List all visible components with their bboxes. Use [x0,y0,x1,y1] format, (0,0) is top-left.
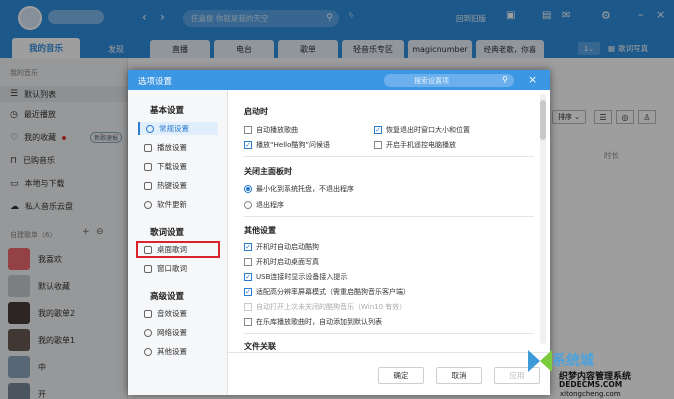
watermark-url: xitongcheng.com [560,390,621,398]
option-label: 开机时启动桌面写真 [256,258,319,266]
settings-search[interactable]: 搜索设置项 ⚲ [384,74,514,87]
checkbox[interactable] [374,141,382,149]
dialog-titlebar: 选项设置 搜索设置项 ⚲ × [128,70,550,90]
nav-other-settings[interactable]: 其他设置 [138,345,218,358]
nav-sound-effects[interactable]: 音效设置 [138,307,218,320]
checkbox-checked[interactable]: ✓ [244,273,252,281]
nav-label: 播放设置 [157,143,187,152]
nav-label: 音效设置 [157,309,187,318]
dialog-close-icon[interactable]: × [528,73,537,86]
option-label: 在乐库播放歌曲时，自动添加到默认列表 [256,318,382,326]
checkbox-checked[interactable]: ✓ [244,141,252,149]
nav-window-lyrics[interactable]: 窗口歌词 [138,262,218,275]
divider [244,216,534,217]
option-auto-add-default[interactable]: 在乐库播放歌曲时，自动添加到默认列表 [244,317,382,327]
option-exit-program[interactable]: 退出程序 [244,200,284,210]
radio[interactable] [244,201,252,209]
dialog-title: 选项设置 [138,77,173,87]
option-label: 开机时自动启动酷狗 [256,243,319,251]
download-icon [144,162,152,171]
settings-nav: 基本设置 常规设置 播放设置 下载设置 热键设置 软件更新 歌词设置 桌面歌词 … [128,90,228,395]
nav-desktop-lyrics[interactable]: 桌面歌词 [136,241,220,258]
nav-label: 常规设置 [159,124,189,133]
option-label: 退出程序 [256,201,284,209]
option-minimize-to-tray[interactable]: 最小化到系统托盘，不退出程序 [244,184,354,194]
option-restore-window[interactable]: ✓ 恢复退出时窗口大小和位置 [374,125,470,135]
category-lyrics: 歌词设置 [150,228,185,238]
option-label: 恢复退出时窗口大小和位置 [386,126,470,134]
section-startup-title: 启动时 [244,107,268,116]
option-hello-greeting[interactable]: ✓ 播放“Hello酷狗”问候语 [244,140,330,150]
nav-label: 桌面歌词 [157,245,187,254]
checkbox-disabled [244,303,252,311]
option-autoplay[interactable]: 自动播放歌曲 [244,125,298,135]
equalizer-icon [144,143,152,152]
nav-software-update[interactable]: 软件更新 [138,198,218,211]
desktop-lyrics-icon [144,245,152,254]
cancel-button[interactable]: 取消 [436,367,482,384]
option-desktop-photo[interactable]: 开机时启动桌面写真 [244,257,319,267]
checkbox[interactable] [244,258,252,266]
settings-search-input[interactable]: 搜索设置项 [414,76,449,86]
radio-selected[interactable] [244,185,252,193]
kugou-app-window: ‹ › 任嘉俊 你就是我的天空 ⚲ ᛃ 回到旧版 ▣ ▤ ✉ ⚙ – × 我的音… [0,0,674,399]
checkbox-checked[interactable]: ✓ [244,288,252,296]
checkbox[interactable] [244,318,252,326]
keyboard-icon [144,181,152,190]
checkbox-checked[interactable]: ✓ [244,243,252,251]
sound-effects-icon [144,309,152,318]
settings-content: 启动时 自动播放歌曲 ✓ 恢复退出时窗口大小和位置 ✓ 播放“Hello酷狗”问候语… [228,90,550,352]
nav-playback-settings[interactable]: 播放设置 [138,141,218,154]
option-label: 自动播放歌曲 [256,126,298,134]
option-high-dpi[interactable]: ✓ 适配高分辨率屏幕模式（需重启酷狗音乐客户端） [244,287,410,297]
search-icon: ⚲ [502,75,508,84]
more-icon [144,347,152,356]
update-icon [144,200,152,209]
checkbox-checked[interactable]: ✓ [374,126,382,134]
settings-scrollbar[interactable] [540,94,546,344]
dialog-footer: 确定 取消 应用 [228,352,550,395]
option-label: 自动打开上次未关闭的酷狗音乐（Win10 有效） [256,303,407,311]
option-phone-remote[interactable]: 开启手机遥控电脑播放 [374,140,456,150]
watermark-x-icon [528,350,552,372]
nav-general-settings[interactable]: 常规设置 [138,122,218,135]
nav-label: 下载设置 [157,162,187,171]
settings-dialog: 选项设置 搜索设置项 ⚲ × 基本设置 常规设置 播放设置 下载设置 热键设置 … [128,70,550,395]
watermark-site: DEDECMS.COM [559,380,623,389]
nav-hotkey-settings[interactable]: 热键设置 [138,179,218,192]
option-usb-prompt[interactable]: ✓ USB连接时显示设备接入提示 [244,272,347,282]
nav-label: 其他设置 [157,347,187,356]
network-icon [144,328,152,337]
category-basic: 基本设置 [150,106,185,116]
option-label: USB连接时显示设备接入提示 [256,273,348,281]
watermark-brand: 系统城 [552,353,594,369]
section-file-assoc-title: 文件关联 [244,342,276,351]
scrollbar-thumb[interactable] [540,100,546,140]
section-other-title: 其他设置 [244,226,276,235]
option-label: 开启手机遥控电脑播放 [386,141,456,149]
checkbox[interactable] [244,126,252,134]
section-close-panel-title: 关闭主面板时 [244,167,292,176]
option-label: 适配高分辨率屏幕模式（需重启酷狗音乐客户端） [256,288,410,296]
watermark-logo [526,346,554,376]
ok-button[interactable]: 确定 [378,367,424,384]
nav-label: 软件更新 [157,200,187,209]
divider [244,333,534,334]
gear-icon [146,124,154,133]
nav-network-settings[interactable]: 网络设置 [138,326,218,339]
nav-label: 网络设置 [157,328,187,337]
option-autostart[interactable]: ✓ 开机时自动启动酷狗 [244,242,319,252]
nav-download-settings[interactable]: 下载设置 [138,160,218,173]
nav-label: 窗口歌词 [157,264,187,273]
option-reopen-win10: 自动打开上次未关闭的酷狗音乐（Win10 有效） [244,302,406,312]
option-label: 播放“Hello酷狗”问候语 [256,141,330,149]
window-lyrics-icon [144,264,152,273]
nav-label: 热键设置 [157,181,187,190]
divider [244,156,534,157]
category-advanced: 高级设置 [150,292,185,302]
option-label: 最小化到系统托盘，不退出程序 [256,185,354,193]
